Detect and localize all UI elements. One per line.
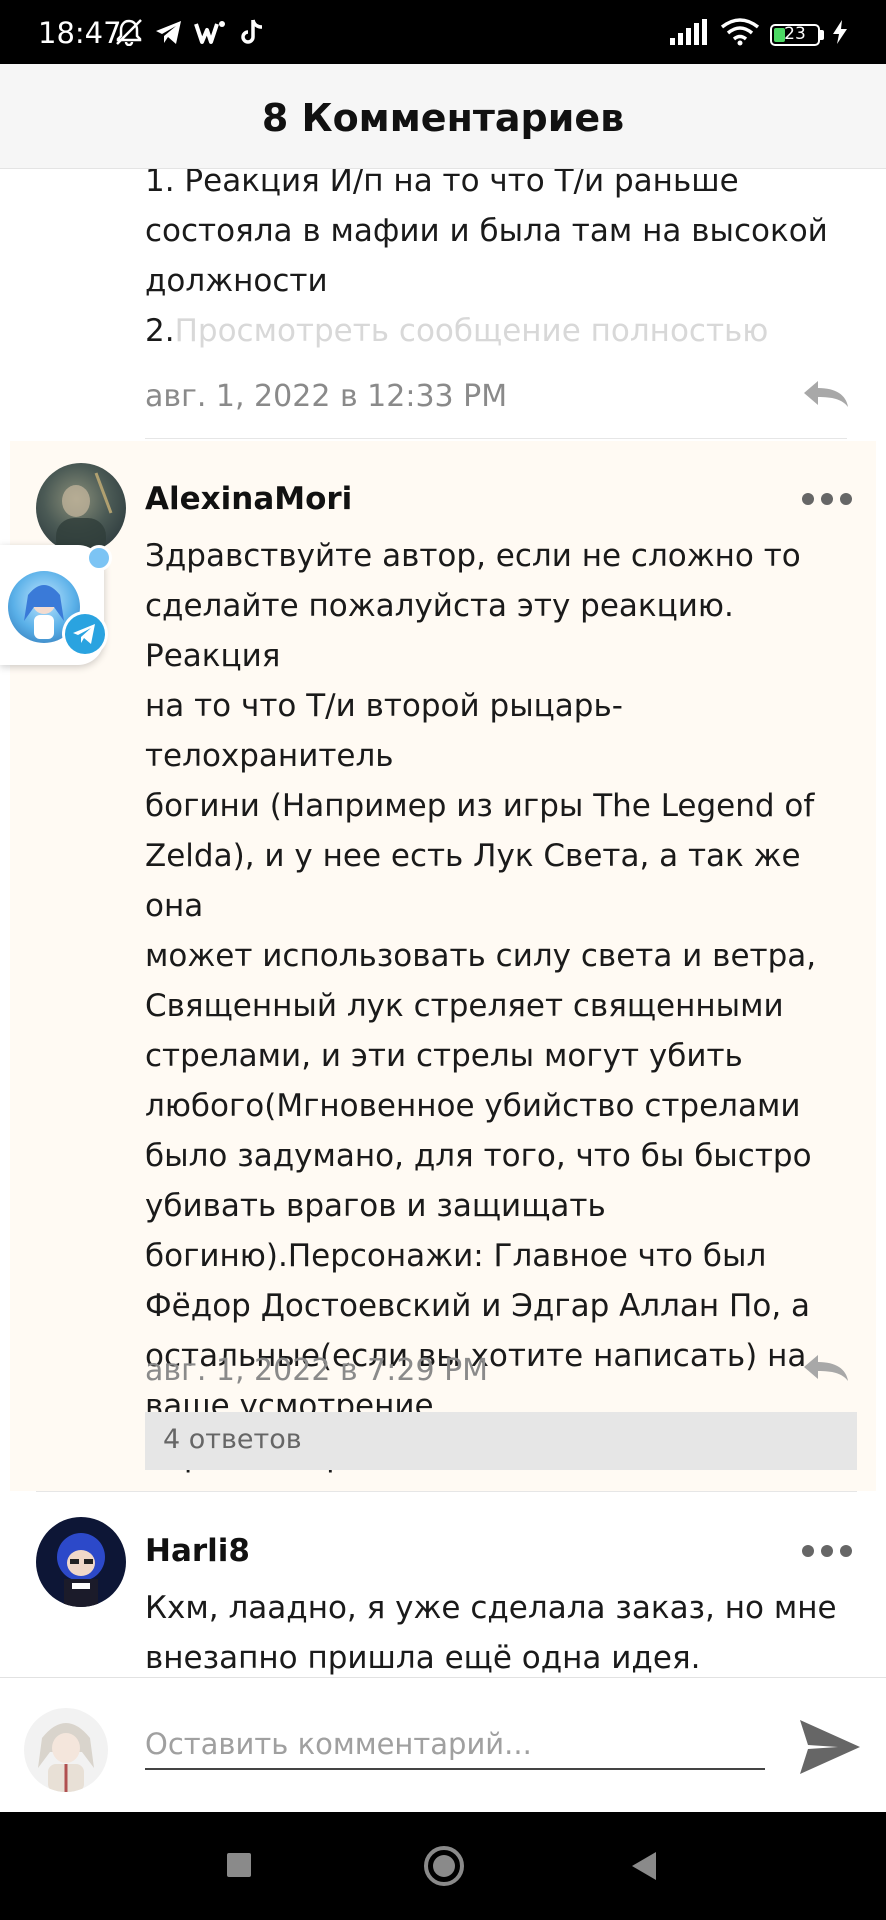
- comment-text: Здравствуйте автор, если не сложно то сд…: [145, 531, 855, 1481]
- floating-chat-bubble[interactable]: [0, 545, 112, 665]
- comment-text: 1. Реакция И/п на то что Т/и раньше сост…: [145, 169, 855, 356]
- avatar-image: [56, 472, 113, 553]
- page-title: 8 Комментариев: [261, 96, 625, 140]
- view-full-message-link[interactable]: Просмотреть сообщение полностью: [175, 313, 769, 349]
- comment-line: Zelda), и у нее есть Лук Света, а так же…: [145, 838, 801, 924]
- navigation-bar: [0, 1812, 886, 1920]
- telegram-icon: [65, 614, 105, 654]
- user-avatar: [24, 1708, 108, 1792]
- notification-dot: [86, 545, 112, 571]
- more-options-icon[interactable]: [800, 491, 854, 507]
- recent-apps-button[interactable]: [226, 1852, 252, 1878]
- comment-divider: [36, 1491, 857, 1492]
- status-time: 18:47: [38, 16, 122, 50]
- mute-bell-icon: [116, 19, 142, 46]
- more-options-icon[interactable]: [800, 1543, 854, 1559]
- status-bar: 18:47 23: [0, 0, 886, 64]
- comment-line: может использовать силу света и ветра,: [145, 938, 817, 974]
- user-avatar-image: [38, 1723, 94, 1792]
- reply-icon[interactable]: [800, 1351, 852, 1385]
- back-button[interactable]: [630, 1850, 658, 1882]
- send-icon[interactable]: [798, 1716, 862, 1778]
- comment-line: Фёдор Достоевский и Эдгар Аллан По, а: [145, 1288, 811, 1324]
- avatar[interactable]: [36, 1517, 126, 1607]
- comment-line: 1. Реакция И/п на то что Т/и раньше: [145, 169, 739, 199]
- comment-line: было задумано, для того, что бы быстро: [145, 1138, 812, 1174]
- comment-line: внезапно пришла ещё одна идея.: [145, 1640, 701, 1676]
- comment-line: Здравствуйте автор, если не сложно то: [145, 538, 801, 574]
- comment-line: должности: [145, 263, 328, 299]
- comment-input-bar: [0, 1677, 886, 1813]
- comment-username[interactable]: AlexinaMori: [145, 481, 352, 517]
- comment-line: Священный лук стреляет священными: [145, 988, 784, 1024]
- comment-input[interactable]: [145, 1720, 765, 1770]
- view-replies-button[interactable]: 4 ответов: [145, 1412, 857, 1470]
- comment-line: богини (Например из игры The Legend of: [145, 788, 815, 824]
- tiktok-icon: [241, 19, 263, 44]
- comment-username[interactable]: Harli8: [145, 1533, 250, 1569]
- comment-line: на то что Т/и второй рыцарь-телохранител…: [145, 688, 623, 774]
- avatar[interactable]: [36, 463, 126, 553]
- w-app-icon: [194, 21, 225, 44]
- charging-icon: [833, 20, 847, 44]
- comment-date: авг. 1, 2022 в 12:33 PM: [145, 379, 508, 414]
- comment-line: Кхм, лаадно, я уже сделала заказ, но мне: [145, 1590, 837, 1626]
- comment-line-truncated: 2.Просмотреть сообщение полностью: [145, 313, 769, 349]
- comments-list[interactable]: 1. Реакция И/п на то что Т/и раньше сост…: [0, 169, 886, 1677]
- comment-line: богиню).Персонажи: Главное что был: [145, 1238, 767, 1274]
- reply-icon[interactable]: [800, 377, 852, 411]
- comment-date: авг. 1, 2022 в 7:29 PM: [145, 1353, 489, 1388]
- battery-level: 23: [784, 24, 806, 44]
- avatar-image: [57, 1533, 105, 1607]
- telegram-icon: [156, 21, 181, 44]
- comment-divider: [145, 438, 847, 439]
- comment-line: состояла в мафии и была там на высокой: [145, 213, 828, 249]
- comment-line: убивать врагов и защищать: [145, 1188, 606, 1224]
- comment-line: любого(Мгновенное убийство стрелами: [145, 1088, 801, 1124]
- home-button[interactable]: [422, 1844, 466, 1888]
- comment-line: стрелами, и эти стрелы могут убить: [145, 1038, 743, 1074]
- battery-icon: 23: [770, 24, 820, 46]
- comments-header: 8 Комментариев: [0, 64, 886, 169]
- wifi-icon: [720, 18, 760, 46]
- signal-icon: [670, 19, 707, 45]
- comment-text: Кхм, лаадно, я уже сделала заказ, но мне…: [145, 1583, 855, 1677]
- replies-count-label: 4 ответов: [163, 1424, 302, 1455]
- comment-line: сделайте пожалуйста эту реакцию. Реакция: [145, 588, 734, 674]
